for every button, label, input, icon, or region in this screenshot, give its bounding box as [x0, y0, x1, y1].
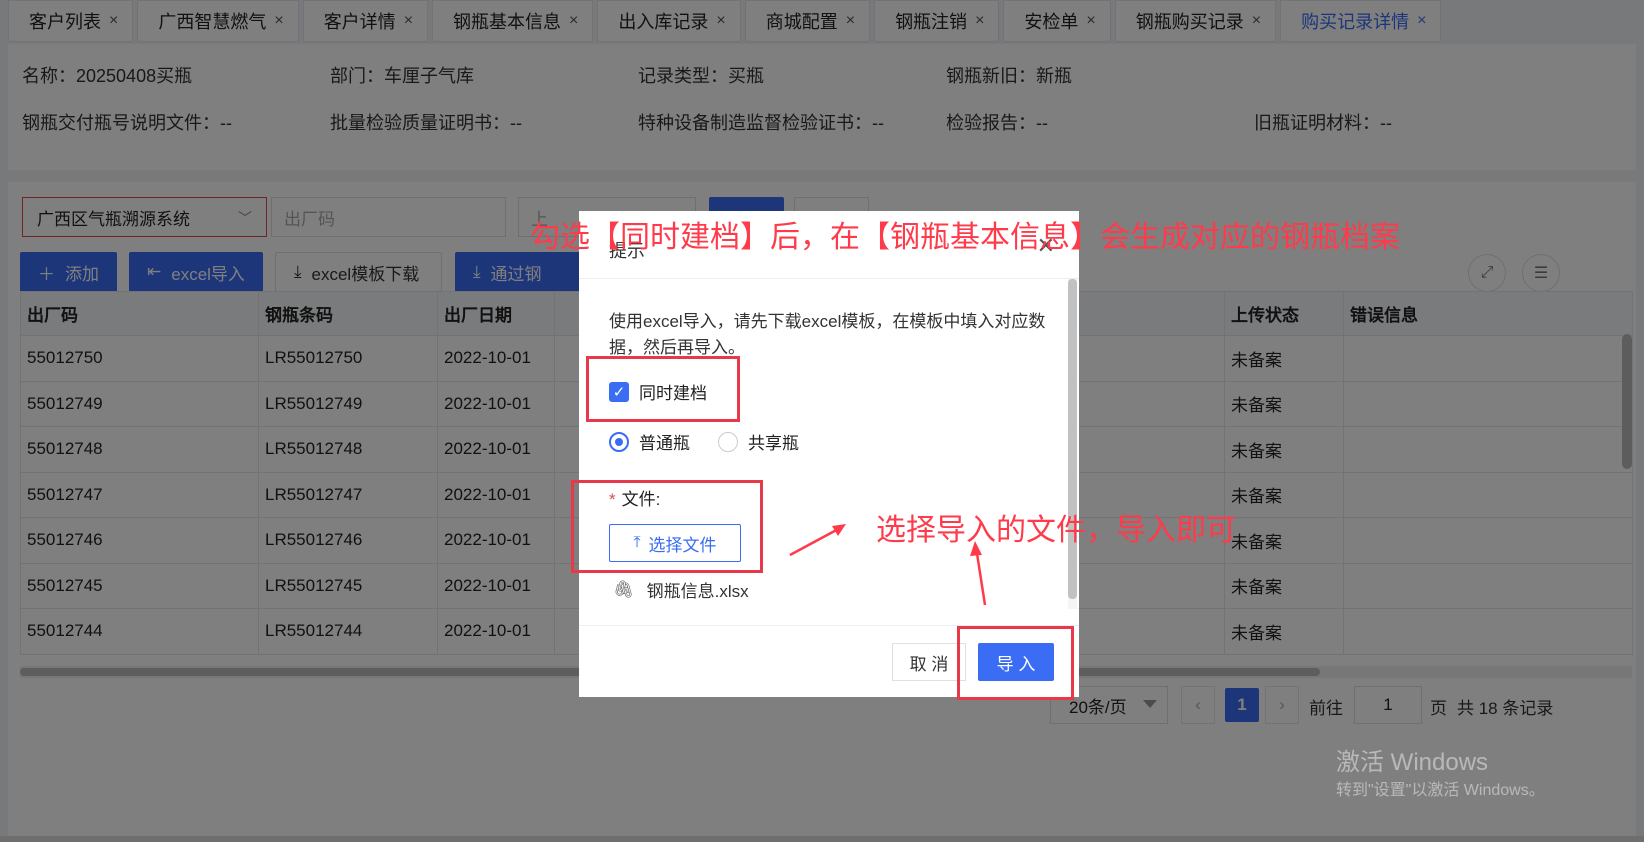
divider [579, 278, 1079, 279]
radio-normal-label: 普通瓶 [639, 434, 690, 453]
highlight-box-import [957, 626, 1074, 700]
annotation-top: 勾选【同时建档】后，在【钢瓶基本信息】会生成对应的钢瓶档案 [530, 221, 1400, 254]
uploaded-file-item[interactable]: 🖇 钢瓶信息.xlsx [613, 577, 749, 602]
radio-unselected-icon [718, 431, 738, 452]
windows-watermark-subtitle: 转到"设置"以激活 Windows。 [1336, 782, 1545, 799]
radio-normal-cylinder[interactable]: 普通瓶 [609, 429, 690, 454]
cylinder-type-radio-group: 普通瓶 共享瓶 [609, 429, 827, 454]
cancel-button[interactable]: 取 消 [892, 643, 966, 681]
radio-selected-icon [609, 431, 629, 452]
uploaded-file-name: 钢瓶信息.xlsx [646, 582, 749, 601]
radio-shared-label: 共享瓶 [748, 434, 799, 453]
highlight-box-checkbox [586, 356, 740, 422]
dialog-description: 使用excel导入，请先下载excel模板，在模板中填入对应数据，然后再导入。 [609, 312, 1046, 357]
annotation-right: 选择导入的文件，导入即可 [876, 514, 1236, 547]
import-dialog: 提示 ✕ 使用excel导入，请先下载excel模板，在模板中填入对应数据，然后… [579, 211, 1079, 697]
radio-shared-cylinder[interactable]: 共享瓶 [718, 429, 799, 454]
paperclip-icon: 🖇 [613, 579, 635, 599]
windows-watermark-title: 激活 Windows [1336, 749, 1489, 776]
highlight-box-file [571, 480, 763, 573]
dialog-scrollbar[interactable] [1068, 279, 1077, 609]
